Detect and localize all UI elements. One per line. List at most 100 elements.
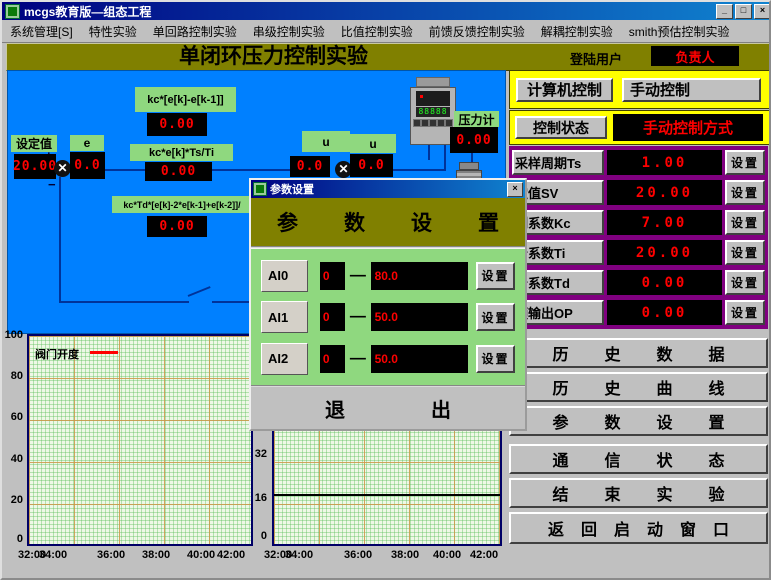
left-chart-xtick-5: 40:00 <box>187 549 215 561</box>
window-titlebar: mcgs教育版—组态工程 _ □ × <box>2 2 771 20</box>
dialog-title: 参数设置 <box>270 181 507 197</box>
parameter-panel: 采样周期Ts 1.00 设置 定值SV 20.00 设置 例系数Kc 7.00 … <box>509 146 768 329</box>
left-chart-xtick-4: 38:00 <box>142 549 170 561</box>
param-value-ts: 1.00 <box>607 150 722 175</box>
param-set-button-ti[interactable]: 设置 <box>725 240 765 265</box>
d-term-value: 0.00 <box>147 216 207 237</box>
dialog-row-ai2: AI2 0 — 50.0 设置 <box>261 342 515 376</box>
ai2-low-value: 0 <box>320 345 345 373</box>
ai2-set-button[interactable]: 设置 <box>476 345 515 373</box>
u2-value: 0.0 <box>350 154 393 177</box>
pressure-gauge-label: 压力计 <box>454 111 499 127</box>
minimize-button[interactable]: _ <box>716 4 733 19</box>
param-set-button-sv[interactable]: 设置 <box>725 180 765 205</box>
param-value-ti: 20.00 <box>607 240 722 265</box>
i-term-label: kc*e[k]*Ts/Ti <box>130 144 233 161</box>
menu-decoupling[interactable]: 解耦控制实验 <box>533 21 621 42</box>
menu-feedforward[interactable]: 前馈反馈控制实验 <box>421 21 533 42</box>
parameter-settings-button[interactable]: 参数设置 <box>509 406 768 436</box>
ai1-high-value: 50.0 <box>371 303 468 331</box>
param-value-op: 0.00 <box>607 300 722 325</box>
p-term-value: 0.00 <box>147 113 207 136</box>
dialog-close-icon[interactable]: × <box>507 182 523 197</box>
summing-junction-1: ✕ <box>54 160 71 177</box>
menu-ratio[interactable]: 比值控制实验 <box>333 21 421 42</box>
history-curve-button[interactable]: 历史曲线 <box>509 372 768 402</box>
close-button[interactable]: × <box>754 4 771 19</box>
param-row-td: 分系数Td 0.00 设置 <box>512 270 765 295</box>
left-chart-ytick-80: 80 <box>3 370 23 382</box>
mode-button-group: 计算机控制 手动控制 <box>509 70 770 109</box>
left-chart-xtick-6: 42:00 <box>217 549 245 561</box>
valve-opening-legend-line <box>90 351 118 354</box>
dialog-exit-button[interactable]: 退出 <box>251 385 525 429</box>
computer-control-button[interactable]: 计算机控制 <box>516 78 613 102</box>
switch-contact <box>188 286 211 297</box>
left-chart-ytick-60: 60 <box>3 411 23 423</box>
window-title: mcgs教育版—组态工程 <box>24 3 716 20</box>
manual-control-button[interactable]: 手动控制 <box>622 78 761 102</box>
login-user-value: 负责人 <box>651 46 739 66</box>
experiment-banner: 单闭环压力控制实验 登陆用户 负责人 <box>6 43 771 71</box>
error-label: e <box>70 135 104 151</box>
controller-screen <box>416 91 450 106</box>
ai0-label: AI0 <box>261 260 308 292</box>
restore-button[interactable]: □ <box>735 4 752 19</box>
u2-label: u <box>350 134 396 153</box>
param-set-button-kc[interactable]: 设置 <box>725 210 765 235</box>
param-set-button-ts[interactable]: 设置 <box>725 150 765 175</box>
return-start-window-button[interactable]: 返回启动窗口 <box>509 512 768 544</box>
menu-single-loop[interactable]: 单回路控制实验 <box>145 21 245 42</box>
d-term-label: kc*Td*[e[k]-2*e[k-1]+e[k-2]]/ <box>112 196 252 213</box>
param-row-ti: 分系数Ti 20.00 设置 <box>512 240 765 265</box>
param-row-op: 频输出OP 0.00 设置 <box>512 300 765 325</box>
left-chart-xtick-2: 34:00 <box>39 549 67 561</box>
dialog-row-ai1: AI1 0 — 50.0 设置 <box>261 300 515 334</box>
u1-label: u <box>302 131 350 152</box>
left-chart-ytick-40: 40 <box>3 453 23 465</box>
ai0-high-value: 80.0 <box>371 262 468 290</box>
menu-smith[interactable]: smith预估控制实验 <box>621 21 738 42</box>
dialog-header: 参数设置 <box>251 198 525 248</box>
feedback-wire-horizontal <box>59 301 189 303</box>
end-experiment-button[interactable]: 结束实验 <box>509 478 768 508</box>
param-set-button-op[interactable]: 设置 <box>725 300 765 325</box>
page-title: 单闭环压力控制实验 <box>179 44 368 70</box>
valve-opening-chart <box>27 334 253 546</box>
parameter-settings-dialog: 参数设置 × 参数设置 AI0 0 — 80.0 设置 AI1 0 — 50.0… <box>249 178 527 431</box>
ai2-range-dash: — <box>345 350 370 368</box>
ai1-label: AI1 <box>261 301 308 333</box>
communication-status-button[interactable]: 通信状态 <box>509 444 768 474</box>
wire-to-controller <box>388 169 446 171</box>
history-data-button[interactable]: 历史数据 <box>509 338 768 368</box>
dialog-icon <box>253 182 267 196</box>
control-status-label: 控制状态 <box>515 116 607 139</box>
right-chart-ytick-32: 32 <box>251 448 267 460</box>
ai0-low-value: 0 <box>320 262 345 290</box>
u1-value: 0.0 <box>290 156 330 177</box>
right-chart-xtick-3: 36:00 <box>344 549 372 561</box>
left-chart-xtick-3: 36:00 <box>97 549 125 561</box>
controller-display: 88888 <box>416 107 450 117</box>
dialog-titlebar[interactable]: 参数设置 × <box>251 180 525 198</box>
login-user-label: 登陆用户 <box>570 49 622 68</box>
ai0-set-button[interactable]: 设置 <box>476 262 515 290</box>
param-value-td: 0.00 <box>607 270 722 295</box>
p-term-label: kc*[e[k]-e[k-1]] <box>135 87 236 112</box>
setpoint-label: 设定值 <box>11 135 57 152</box>
ai1-set-button[interactable]: 设置 <box>476 303 515 331</box>
ai1-low-value: 0 <box>320 303 345 331</box>
param-row-ts: 采样周期Ts 1.00 设置 <box>512 150 765 175</box>
param-set-button-td[interactable]: 设置 <box>725 270 765 295</box>
error-value: 0.0 <box>70 152 105 179</box>
menu-cascade[interactable]: 串级控制实验 <box>245 21 333 42</box>
mcgs-window: mcgs教育版—组态工程 _ □ × 系统管理[S] 特性实验 单回路控制实验 … <box>0 0 771 580</box>
menu-system[interactable]: 系统管理[S] <box>2 21 81 42</box>
ai1-range-dash: — <box>345 308 370 326</box>
param-label-ts: 采样周期Ts <box>512 150 604 175</box>
setpoint-line <box>274 494 500 496</box>
ai0-range-dash: — <box>345 267 370 285</box>
menu-characteristic[interactable]: 特性实验 <box>81 21 145 42</box>
valve-opening-legend-label: 阀门开度 <box>35 346 79 362</box>
right-chart-xtick-5: 40:00 <box>433 549 461 561</box>
